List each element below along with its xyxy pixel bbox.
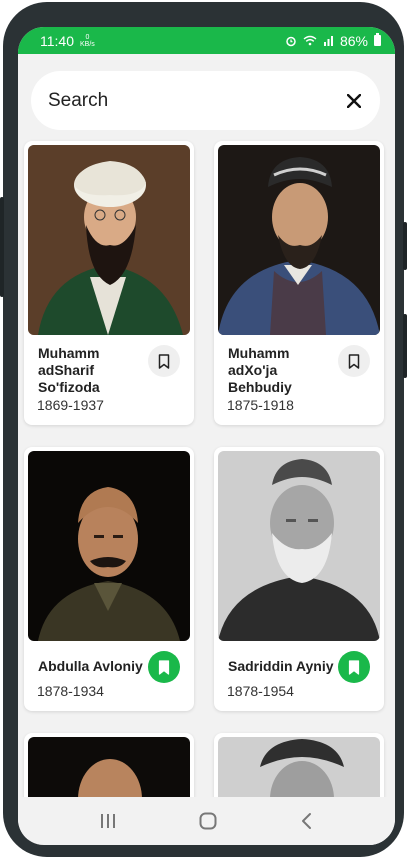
wifi-icon	[303, 35, 317, 46]
status-time: 11:40	[40, 32, 74, 49]
volume-button	[0, 197, 4, 297]
side-button	[403, 314, 407, 378]
author-portrait	[28, 145, 190, 335]
close-icon[interactable]	[344, 91, 364, 111]
author-card[interactable]: Muhamm adXo'ja Behbudiy 1875-1918	[214, 141, 384, 425]
bookmark-button[interactable]	[338, 651, 370, 683]
author-years: 1869-1937	[37, 397, 104, 413]
author-name: Sadriddin Ayniy	[228, 658, 334, 674]
author-portrait	[218, 451, 380, 641]
battery-level: 86%	[339, 32, 368, 49]
phone-frame: 11:40 0 KB/s 86% Search Muhamm adSharif …	[0, 2, 407, 857]
author-card[interactable]: Sadriddin Ayniy 1878-1954	[214, 447, 384, 711]
bookmark-outline-icon	[348, 353, 360, 369]
bookmark-outline-icon	[158, 353, 170, 369]
bookmark-filled-icon	[158, 659, 170, 675]
author-years: 1875-1918	[227, 397, 294, 413]
author-portrait	[218, 145, 380, 335]
network-speed-value: 0	[85, 33, 90, 41]
bookmark-button[interactable]	[338, 345, 370, 377]
recents-icon[interactable]	[99, 813, 117, 829]
bookmark-button[interactable]	[148, 651, 180, 683]
navigation-bar	[18, 797, 395, 845]
search-bar[interactable]: Search	[31, 71, 380, 130]
network-speed-unit: KB/s	[80, 40, 95, 48]
author-card[interactable]: Muhamm adSharif So'fizoda 1869-1937	[24, 141, 194, 425]
power-button	[403, 222, 407, 270]
author-years: 1878-1954	[227, 683, 294, 699]
signal-icon	[323, 36, 333, 46]
bookmark-filled-icon	[348, 659, 360, 675]
author-name: Muhamm adXo'ja Behbudiy	[228, 345, 292, 395]
author-portrait	[28, 451, 190, 641]
back-icon[interactable]	[300, 812, 314, 830]
alarm-icon	[286, 36, 296, 46]
status-bar: 11:40 0 KB/s 86%	[18, 27, 395, 54]
author-name: Abdulla Avloniy	[38, 658, 143, 674]
author-years: 1878-1934	[37, 683, 104, 699]
battery-icon	[374, 33, 381, 46]
home-icon[interactable]	[199, 812, 217, 830]
network-speed: 0 KB/s	[80, 34, 95, 48]
search-input[interactable]: Search	[48, 90, 108, 112]
author-name: Muhamm adSharif So'fizoda	[38, 345, 100, 395]
author-card[interactable]: Abdulla Avloniy 1878-1934	[24, 447, 194, 711]
screen: 11:40 0 KB/s 86% Search Muhamm adSharif …	[18, 27, 395, 845]
bookmark-button[interactable]	[148, 345, 180, 377]
